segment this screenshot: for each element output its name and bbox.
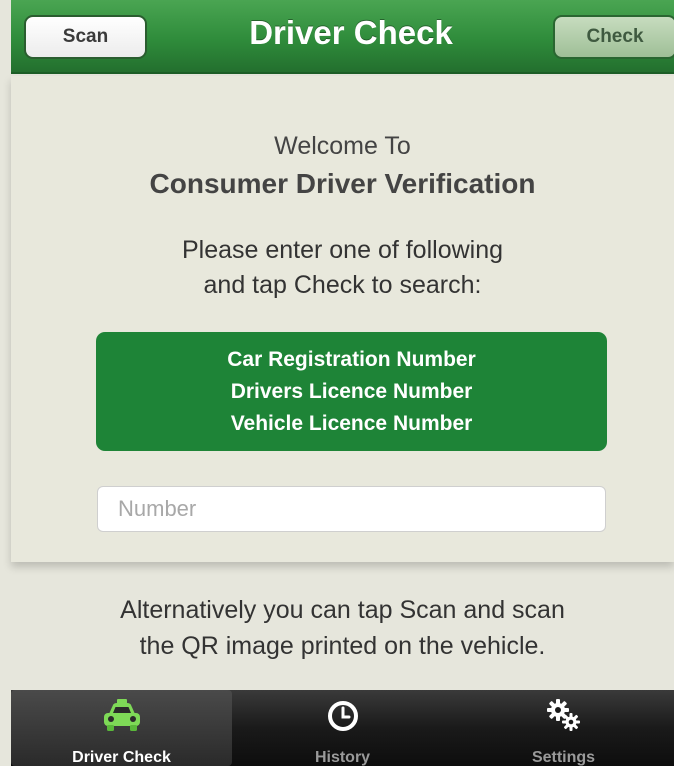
number-input[interactable] bbox=[97, 486, 606, 532]
tab-driver-check[interactable]: Driver Check bbox=[11, 690, 232, 766]
clock-icon bbox=[325, 698, 361, 739]
tab-history[interactable]: History bbox=[232, 690, 453, 766]
welcome-line: Welcome To bbox=[274, 132, 411, 160]
check-button[interactable]: Check bbox=[553, 15, 674, 59]
option-vehicle-licence: Vehicle Licence Number bbox=[230, 411, 473, 435]
verification-card: Welcome To Consumer Driver Verification … bbox=[11, 76, 674, 562]
alternative-line: Alternatively you can tap Scan and scan bbox=[120, 596, 565, 624]
option-drivers-licence: Drivers Licence Number bbox=[230, 379, 473, 403]
welcome-title: Consumer Driver Verification bbox=[149, 168, 536, 199]
tab-label: Settings bbox=[531, 749, 596, 766]
instructions-line: and tap Check to search: bbox=[203, 271, 482, 299]
tab-bar: Driver Check History Settings bbox=[11, 690, 674, 766]
gears-icon bbox=[544, 698, 584, 739]
alternative-scan-text: Alternatively you can tap Scan and scan … bbox=[11, 592, 674, 664]
search-options-box: Car Registration Number Drivers Licence … bbox=[96, 332, 607, 451]
instructions-line: Please enter one of following bbox=[181, 236, 504, 264]
alternative-line: the QR image printed on the vehicle. bbox=[139, 632, 546, 660]
page-title: Driver Check bbox=[249, 14, 453, 51]
app-screen: Scan Driver Check Check Welcome To Consu… bbox=[0, 0, 674, 766]
instructions-text: Please enter one of following and tap Ch… bbox=[11, 233, 674, 303]
scan-button[interactable]: Scan bbox=[24, 15, 147, 59]
tab-label: History bbox=[314, 749, 371, 766]
taxi-car-icon bbox=[100, 698, 144, 739]
tab-settings[interactable]: Settings bbox=[453, 690, 674, 766]
option-car-registration: Car Registration Number bbox=[227, 347, 476, 371]
navigation-bar: Scan Driver Check Check bbox=[11, 0, 674, 74]
tab-label: Driver Check bbox=[72, 749, 171, 766]
